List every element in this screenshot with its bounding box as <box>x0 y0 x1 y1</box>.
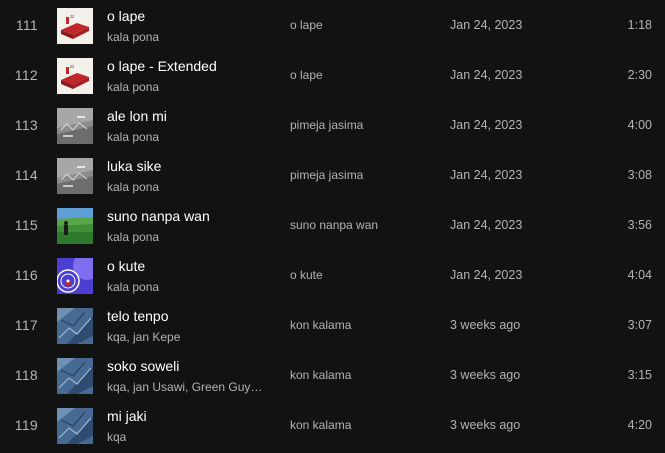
svg-text:zz: zz <box>70 14 74 19</box>
track-artist[interactable]: kala pona <box>107 180 159 194</box>
track-duration: 4:20 <box>627 418 652 432</box>
track-number: 111 <box>15 17 38 33</box>
track-number: 117 <box>14 317 38 333</box>
track-row[interactable]: 114 luka sike kala pona pimeja jasima Ja… <box>0 150 665 200</box>
track-number: 119 <box>14 417 38 433</box>
track-artist[interactable]: kala pona <box>107 230 159 244</box>
track-title[interactable]: telo tenpo <box>107 308 169 324</box>
track-duration: 3:15 <box>627 368 652 382</box>
track-row[interactable]: 113 ale lon mi kala pona pimeja jasima J… <box>0 100 665 150</box>
track-duration: 3:56 <box>627 218 652 232</box>
tracklist: 111 zz o lape kala pona o lape Jan 24, 2… <box>0 0 665 453</box>
album-cover-field[interactable] <box>57 208 93 244</box>
track-row[interactable]: 117 telo tenpo kqa, jan Kepe kon kalama … <box>0 300 665 350</box>
track-number: 114 <box>14 167 38 183</box>
track-row[interactable]: 118 soko soweli kqa, jan Usawi, Green Gu… <box>0 350 665 400</box>
track-album[interactable]: pimeja jasima <box>290 168 363 182</box>
track-number: 112 <box>14 67 38 83</box>
track-title[interactable]: soko soweli <box>107 358 179 374</box>
track-artist[interactable]: kqa, jan Kepe <box>107 330 180 344</box>
track-number: 113 <box>14 117 38 133</box>
track-album[interactable]: o lape <box>290 68 323 82</box>
track-title[interactable]: ale lon mi <box>107 108 167 124</box>
track-artist[interactable]: kala pona <box>107 30 159 44</box>
album-cover-gray[interactable] <box>57 108 93 144</box>
track-number: 116 <box>14 267 38 283</box>
track-duration: 4:04 <box>627 268 652 282</box>
track-date-added: 3 weeks ago <box>450 418 521 432</box>
track-duration: 3:07 <box>627 318 652 332</box>
track-album[interactable]: o lape <box>290 18 323 32</box>
track-row[interactable]: 111 zz o lape kala pona o lape Jan 24, 2… <box>0 0 665 50</box>
svg-text:zz: zz <box>70 64 74 69</box>
track-row[interactable]: 115 suno nanpa wan kala pona suno nanpa … <box>0 200 665 250</box>
track-title[interactable]: suno nanpa wan <box>107 208 210 224</box>
track-row[interactable]: 116 o kute kala pona o kute Jan 24, 2023… <box>0 250 665 300</box>
track-artist[interactable]: kqa, jan Usawi, Green Guy… <box>107 380 262 394</box>
track-duration: 3:08 <box>627 168 652 182</box>
album-cover-blue[interactable] <box>57 308 93 344</box>
track-album[interactable]: kon kalama <box>290 368 351 382</box>
album-cover-blue[interactable] <box>57 358 93 394</box>
track-number: 115 <box>14 217 38 233</box>
track-album[interactable]: suno nanpa wan <box>290 218 378 232</box>
track-artist[interactable]: kala pona <box>107 130 159 144</box>
track-row[interactable]: 112 zz o lape - Extended kala pona o lap… <box>0 50 665 100</box>
album-cover-bed[interactable]: zz <box>57 58 93 94</box>
track-date-added: 3 weeks ago <box>450 368 521 382</box>
track-date-added: Jan 24, 2023 <box>450 268 523 282</box>
track-album[interactable]: o kute <box>290 268 323 282</box>
track-album[interactable]: kon kalama <box>290 418 351 432</box>
track-date-added: Jan 24, 2023 <box>450 118 523 132</box>
track-date-added: Jan 24, 2023 <box>450 68 523 82</box>
track-date-added: 3 weeks ago <box>450 318 521 332</box>
track-title[interactable]: mi jaki <box>107 408 147 424</box>
track-date-added: Jan 24, 2023 <box>450 168 523 182</box>
track-album[interactable]: pimeja jasima <box>290 118 363 132</box>
track-artist[interactable]: kala pona <box>107 80 159 94</box>
track-date-added: Jan 24, 2023 <box>450 218 523 232</box>
track-album[interactable]: kon kalama <box>290 318 351 332</box>
track-number: 118 <box>14 367 38 383</box>
album-cover-bed[interactable]: zz <box>57 8 93 44</box>
track-title[interactable]: o lape <box>107 8 145 24</box>
track-title[interactable]: o kute <box>107 258 145 274</box>
album-cover-swirl[interactable] <box>57 258 93 294</box>
track-title[interactable]: luka sike <box>107 158 161 174</box>
track-title[interactable]: o lape - Extended <box>107 58 217 74</box>
track-date-added: Jan 24, 2023 <box>450 18 523 32</box>
album-cover-blue[interactable] <box>57 408 93 444</box>
track-row[interactable]: 119 mi jaki kqa kon kalama 3 weeks ago 4… <box>0 400 665 450</box>
album-cover-gray[interactable] <box>57 158 93 194</box>
track-duration: 1:18 <box>627 18 652 32</box>
track-duration: 4:00 <box>627 118 652 132</box>
track-artist[interactable]: kqa <box>107 430 126 444</box>
track-artist[interactable]: kala pona <box>107 280 159 294</box>
track-duration: 2:30 <box>627 68 652 82</box>
